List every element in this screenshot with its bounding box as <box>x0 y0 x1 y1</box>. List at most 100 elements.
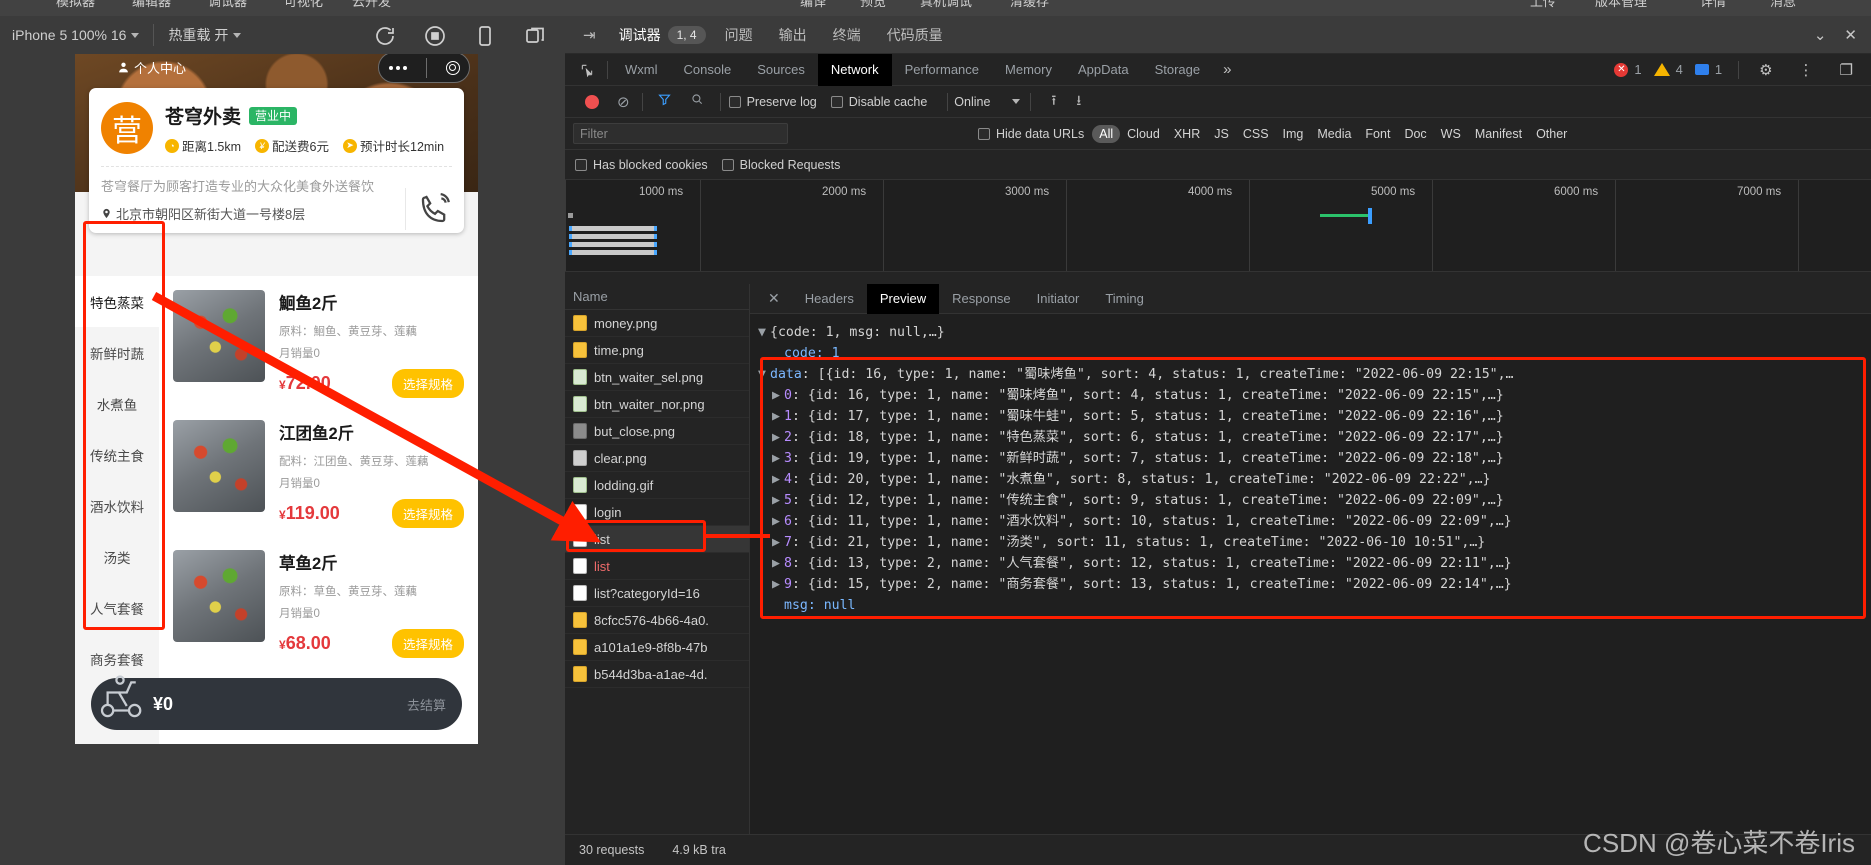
json-array-item[interactable]: ▶ 5: {id: 12, type: 1, name: "传统主食", sort… <box>758 490 1871 511</box>
json-array-item[interactable]: ▶ 8: {id: 13, type: 2, name: "人气套餐", sort… <box>758 553 1871 574</box>
request-row-list-selected[interactable]: list <box>565 526 749 553</box>
category-item-4[interactable]: 酒水饮料 <box>75 480 159 531</box>
filter-type-other[interactable]: Other <box>1529 125 1574 143</box>
expand-triangle-icon[interactable]: ▼ <box>758 322 770 343</box>
request-row-hash-2[interactable]: a101a1e9-8f8b-47b <box>565 634 749 661</box>
multi-window-icon[interactable] <box>523 24 547 48</box>
search-icon[interactable] <box>690 92 704 111</box>
tab-appdata[interactable]: AppData <box>1065 54 1142 86</box>
preserve-log-checkbox[interactable] <box>728 95 741 108</box>
checkout-button[interactable]: 去结算 <box>407 695 446 714</box>
expand-triangle-icon[interactable]: ▼ <box>758 364 770 385</box>
request-row-time-png[interactable]: time.png <box>565 337 749 364</box>
request-row-money-png[interactable]: money.png <box>565 310 749 337</box>
ide-menu-item-3[interactable]: 可视化 <box>284 0 323 10</box>
category-item-1[interactable]: 新鲜时蔬 <box>75 327 159 378</box>
dish-item[interactable]: 草鱼2斤 原料：草鱼、黄豆芽、莲藕 月销量0 ¥68.00 选择规格 <box>159 536 478 666</box>
json-array-item[interactable]: ▶ 2: {id: 18, type: 1, name: "特色蒸菜", sort… <box>758 427 1871 448</box>
hide-data-urls-checkbox[interactable] <box>978 127 990 140</box>
dock-panel-icon[interactable]: ⇥ <box>573 26 606 44</box>
tab-network[interactable]: Network <box>817 53 892 86</box>
kebab-menu-icon[interactable]: ⋮ <box>1789 61 1824 79</box>
ide-menu-item-10[interactable]: 版本管理 <box>1595 0 1647 10</box>
close-icon[interactable]: ✕ <box>1844 26 1857 44</box>
category-item-3[interactable]: 传统主食 <box>75 429 159 480</box>
dock-side-icon[interactable]: ❐ <box>1830 61 1863 79</box>
json-array-item[interactable]: ▶ 6: {id: 11, type: 1, name: "酒水饮料", sort… <box>758 511 1871 532</box>
filter-type-all[interactable]: All <box>1092 124 1121 143</box>
tab-memory[interactable]: Memory <box>992 54 1065 86</box>
request-row-list-error[interactable]: list <box>565 553 749 580</box>
ide-menu-item-9[interactable]: 上传 <box>1530 0 1556 10</box>
select-spec-button[interactable]: 选择规格 <box>391 499 464 528</box>
collapse-triangle-icon[interactable]: ▶ <box>772 574 784 595</box>
network-timeline-overview[interactable]: 1000 ms 2000 ms 3000 ms 4000 ms 5000 ms … <box>565 180 1871 272</box>
collapse-triangle-icon[interactable]: ▶ <box>772 406 784 427</box>
filter-type-css[interactable]: CSS <box>1236 125 1276 143</box>
collapse-triangle-icon[interactable]: ▶ <box>772 448 784 469</box>
collapse-triangle-icon[interactable]: ▶ <box>772 532 784 553</box>
category-item-6[interactable]: 人气套餐 <box>75 582 159 633</box>
filter-type-js[interactable]: JS <box>1207 125 1236 143</box>
rotate-device-icon[interactable] <box>473 24 497 48</box>
ide-menu-item-7[interactable]: 真机调试 <box>920 0 972 10</box>
json-array-item[interactable]: ▶ 7: {id: 21, type: 1, name: "汤类", sort: … <box>758 532 1871 553</box>
request-row-hash-1[interactable]: 8cfcc576-4b66-4a0. <box>565 607 749 634</box>
detail-tab-headers[interactable]: Headers <box>792 284 867 314</box>
devtools-tab-terminal[interactable]: 终端 <box>820 25 874 45</box>
ide-menu-item-11[interactable]: 详情 <box>1700 0 1726 10</box>
devtools-tab-code-quality[interactable]: 代码质量 <box>874 25 956 45</box>
json-array-item[interactable]: ▶ 0: {id: 16, type: 1, name: "蜀味烤鱼", sort… <box>758 385 1871 406</box>
request-row-btn-waiter-sel[interactable]: btn_waiter_sel.png <box>565 364 749 391</box>
category-item-5[interactable]: 汤类 <box>75 531 159 582</box>
more-tabs-icon[interactable]: » <box>1213 61 1241 78</box>
ide-menu-item-12[interactable]: 消息 <box>1770 0 1796 10</box>
detail-tab-initiator[interactable]: Initiator <box>1024 284 1093 314</box>
category-item-0[interactable]: 特色蒸菜 <box>75 276 159 327</box>
filter-icon[interactable] <box>657 92 672 112</box>
clear-icon[interactable]: ⊘ <box>617 93 630 111</box>
filter-type-ws[interactable]: WS <box>1434 125 1468 143</box>
phone-call-icon[interactable] <box>418 192 452 226</box>
filter-type-doc[interactable]: Doc <box>1397 125 1433 143</box>
devtools-tab-output[interactable]: 输出 <box>766 25 820 45</box>
ide-menu-item-4[interactable]: 云开发 <box>352 0 391 10</box>
detail-tab-response[interactable]: Response <box>939 284 1024 314</box>
has-blocked-cookies-checkbox[interactable] <box>575 158 587 171</box>
request-row-list-categoryid[interactable]: list?categoryId=16 <box>565 580 749 607</box>
request-row-lodding-gif[interactable]: lodding.gif <box>565 472 749 499</box>
json-array-item[interactable]: ▶ 1: {id: 17, type: 1, name: "蜀味牛蛙", sort… <box>758 406 1871 427</box>
select-spec-button[interactable]: 选择规格 <box>391 369 464 398</box>
category-item-2[interactable]: 水煮鱼 <box>75 378 159 429</box>
json-array-item[interactable]: ▶ 9: {id: 15, type: 2, name: "商务套餐", sort… <box>758 574 1871 595</box>
tab-console[interactable]: Console <box>671 54 745 86</box>
cart-bar[interactable]: ¥0 去结算 <box>91 675 462 730</box>
tab-wxml[interactable]: Wxml <box>612 54 671 86</box>
ide-menu-item-2[interactable]: 调试器 <box>208 0 247 10</box>
json-data-line[interactable]: ▼ data: [{id: 16, type: 1, name: "蜀味烤鱼", … <box>758 364 1871 385</box>
inspect-element-icon[interactable] <box>571 63 603 77</box>
wechat-capsule-button[interactable] <box>378 54 470 83</box>
json-preview-tree[interactable]: ▼ {code: 1, msg: null,…} code: 1 ▼ data: [… <box>750 314 1871 834</box>
filter-type-xhr[interactable]: XHR <box>1167 125 1207 143</box>
devtools-tab-debugger[interactable]: 调试器 <box>606 25 674 45</box>
ide-menu-item-8[interactable]: 清缓存 <box>1010 0 1049 10</box>
collapse-triangle-icon[interactable]: ▶ <box>772 385 784 406</box>
filter-type-media[interactable]: Media <box>1310 125 1358 143</box>
request-row-btn-waiter-nor[interactable]: btn_waiter_nor.png <box>565 391 749 418</box>
tab-sources[interactable]: Sources <box>744 54 818 86</box>
request-name-column-header[interactable]: Name <box>565 284 749 310</box>
detail-tab-timing[interactable]: Timing <box>1092 284 1157 314</box>
throttling-selector[interactable]: Online <box>954 95 1021 109</box>
collapse-triangle-icon[interactable]: ▶ <box>772 511 784 532</box>
request-row-but-close[interactable]: but_close.png <box>565 418 749 445</box>
ide-menu-item-6[interactable]: 预览 <box>860 0 886 10</box>
refresh-icon[interactable] <box>373 24 397 48</box>
request-row-login[interactable]: login <box>565 499 749 526</box>
json-root-line[interactable]: ▼ {code: 1, msg: null,…} <box>758 322 1871 343</box>
ide-menu-item-1[interactable]: 编辑器 <box>132 0 171 10</box>
collapse-triangle-icon[interactable]: ▶ <box>772 469 784 490</box>
filter-type-img[interactable]: Img <box>1276 125 1311 143</box>
request-list[interactable]: money.png time.png btn_waiter_sel.png bt… <box>565 310 749 834</box>
export-har-icon[interactable]: ⭳ <box>1076 90 1081 114</box>
